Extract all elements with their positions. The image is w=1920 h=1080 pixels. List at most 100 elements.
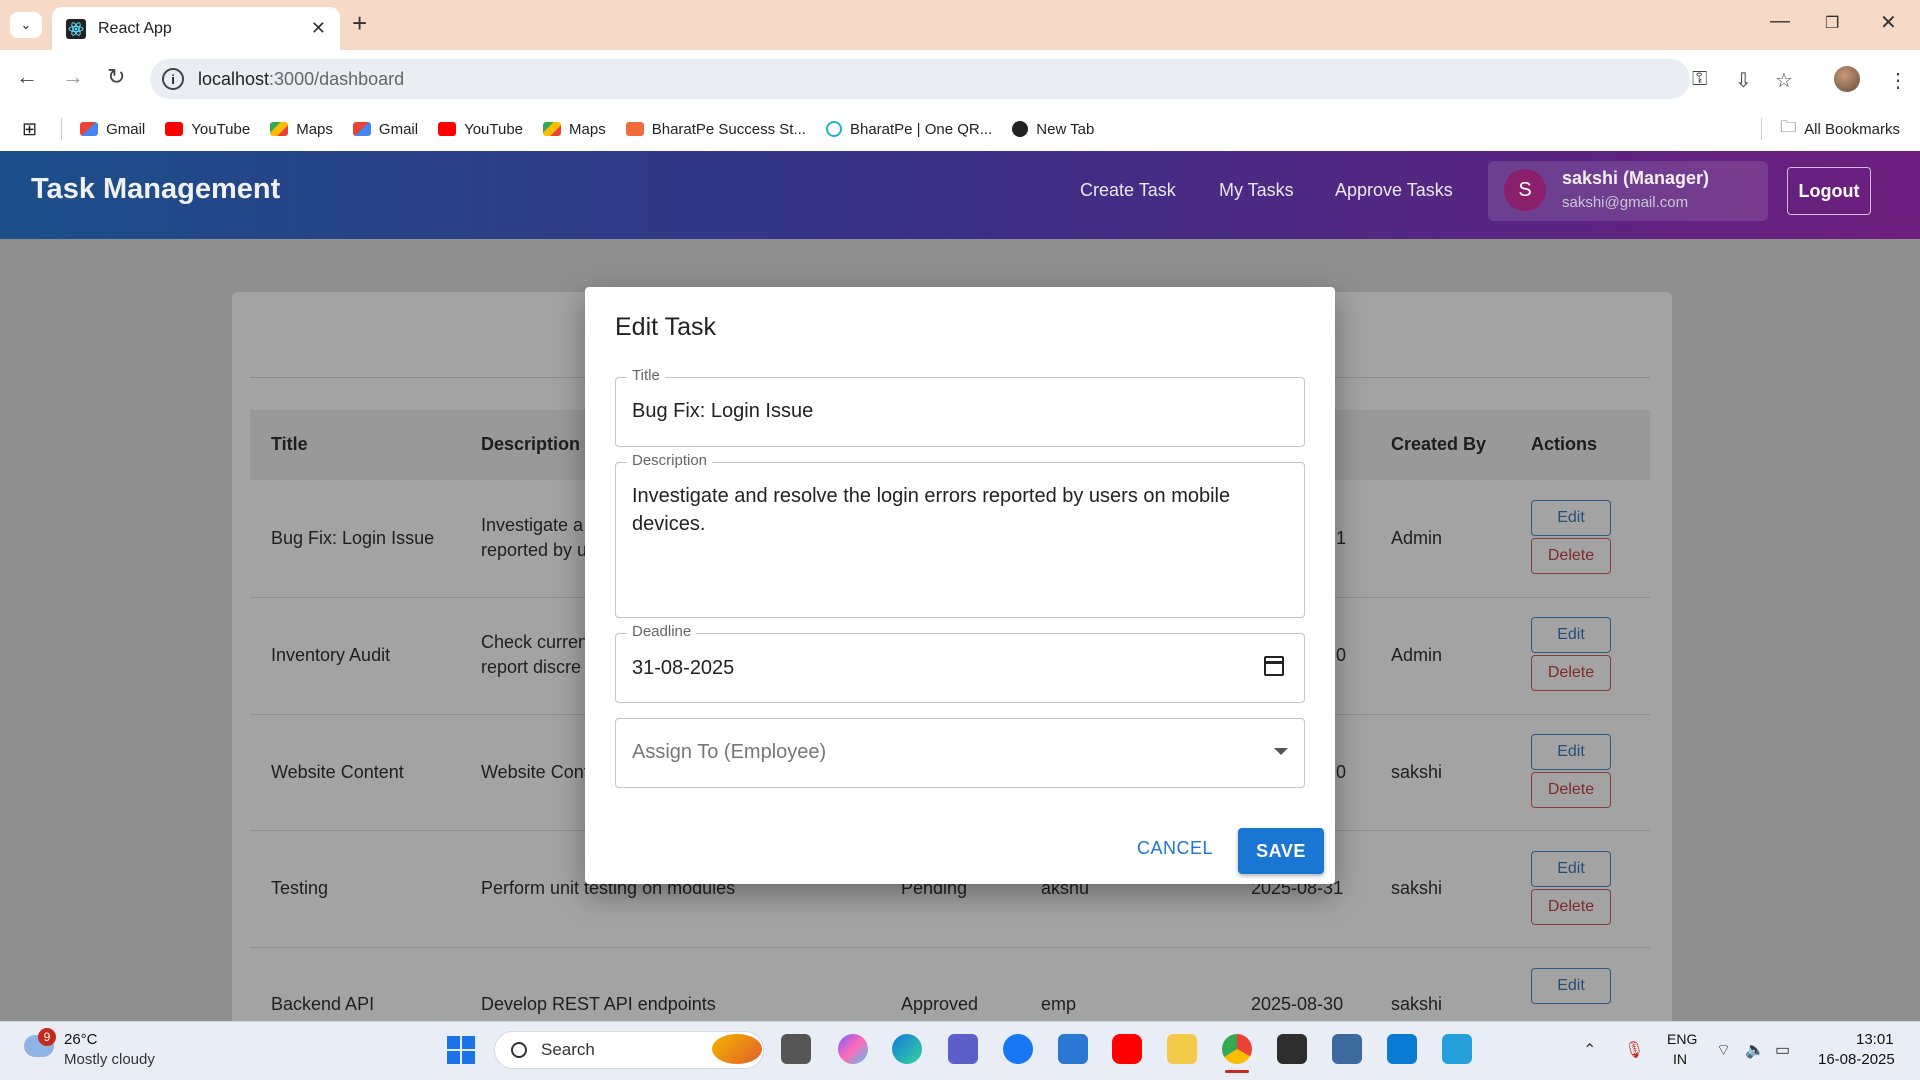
description-input-value[interactable]: Investigate and resolve the login errors… [632, 485, 1230, 508]
cell-created-by: Admin [1391, 645, 1443, 665]
cell-deadline: 1 [1336, 528, 1347, 548]
cell-created-by: sakshi [1391, 878, 1443, 898]
folder-icon: 🗀 [1780, 118, 1797, 136]
delete-button[interactable]: Delete [1531, 538, 1611, 574]
delete-button[interactable]: Delete [1531, 655, 1611, 691]
all-bookmarks[interactable]: 🗀 All Bookmarks [1761, 116, 1900, 143]
bookmark-label: Gmail [378, 120, 419, 138]
chevron-up-icon[interactable]: ⌃ [1583, 1040, 1596, 1060]
clock-time[interactable]: 13:01 [1856, 1031, 1894, 1048]
close-tab-icon[interactable]: ✕ [311, 18, 326, 39]
description-label: Description [627, 452, 713, 469]
store-icon[interactable] [1058, 1034, 1088, 1064]
battery-icon[interactable]: ▭ [1775, 1040, 1790, 1060]
minimize-icon[interactable]: — [1770, 10, 1790, 33]
deadline-input-value[interactable]: 31-08-2025 [632, 657, 734, 680]
edit-button[interactable]: Edit [1531, 968, 1611, 1004]
copilot-icon[interactable] [838, 1034, 868, 1064]
bookmark-bharatpe-success[interactable]: BharatPe Success St... [625, 120, 806, 138]
lang-in[interactable]: IN [1673, 1051, 1687, 1067]
chevron-down-icon: ⌄ [20, 17, 32, 32]
file-explorer-icon[interactable] [1167, 1034, 1197, 1064]
close-window-icon[interactable]: ✕ [1880, 10, 1897, 35]
description-input-value[interactable]: devices. [632, 513, 705, 536]
dialog-title: Edit Task [615, 313, 716, 341]
volume-icon[interactable]: 🔈 [1745, 1040, 1765, 1060]
gmail-icon [352, 122, 371, 136]
edge-icon[interactable] [892, 1034, 922, 1064]
youtube-app-icon[interactable] [1112, 1034, 1142, 1064]
cell-title: Website Content [271, 762, 404, 782]
microphone-icon[interactable]: 🎙 [1624, 1040, 1644, 1060]
facebook-icon[interactable] [1003, 1034, 1033, 1064]
teams-icon[interactable] [948, 1034, 978, 1064]
bookmark-gmail-2[interactable]: Gmail [352, 120, 419, 138]
chrome-icon[interactable] [1222, 1034, 1252, 1064]
clock-date[interactable]: 16-08-2025 [1818, 1051, 1895, 1068]
reload-icon[interactable]: ↻ [107, 64, 125, 90]
tab-search-button[interactable]: ⌄ [10, 12, 42, 38]
title-input-value[interactable]: Bug Fix: Login Issue [632, 400, 813, 423]
nav-approve-tasks[interactable]: Approve Tasks [1335, 180, 1453, 201]
dropdown-arrow-icon[interactable] [1274, 748, 1288, 755]
maps-icon [270, 122, 289, 136]
wifi-icon[interactable]: ⌔ [1716, 1040, 1731, 1060]
site-info-icon[interactable]: i [162, 68, 184, 90]
apps-grid-icon[interactable]: ⊞ [22, 119, 37, 140]
delete-button[interactable]: Delete [1531, 772, 1611, 808]
bookmark-maps[interactable]: Maps [270, 121, 333, 138]
cell-description: Check curren [481, 632, 589, 652]
edit-button[interactable]: Edit [1531, 617, 1611, 653]
edit-button[interactable]: Edit [1531, 734, 1611, 770]
search-label: Search [541, 1040, 595, 1059]
app-brand[interactable]: Task Management [31, 173, 280, 206]
bookmark-youtube-2[interactable]: YouTube [438, 121, 523, 138]
new-tab-button[interactable]: + [352, 8, 367, 39]
browser-tab[interactable]: React App ✕ [52, 7, 340, 50]
logout-button[interactable]: Logout [1787, 167, 1871, 215]
deadline-label: Deadline [627, 623, 697, 640]
windows-start-icon[interactable] [447, 1036, 475, 1064]
lang-eng[interactable]: ENG [1667, 1031, 1697, 1047]
cell-assignee: emp [1041, 994, 1077, 1014]
notepad-icon[interactable] [1442, 1034, 1472, 1064]
forward-icon[interactable]: → [62, 64, 84, 90]
menu-kebab-icon[interactable]: ⋮ [1888, 68, 1908, 93]
bookmark-bharatpe-qr[interactable]: BharatPe | One QR... [825, 121, 992, 138]
bookmark-new-tab[interactable]: New Tab [1012, 121, 1094, 138]
bookmark-star-icon[interactable]: ☆ [1775, 68, 1793, 93]
header-created-by: Created By [1391, 434, 1487, 454]
password-key-icon[interactable]: ⚿ [1692, 68, 1707, 91]
nav-my-tasks[interactable]: My Tasks [1219, 180, 1294, 201]
cell-description: Develop REST API endpoints [481, 994, 716, 1014]
terminal-icon[interactable] [1277, 1034, 1307, 1064]
cell-title: Inventory Audit [271, 645, 391, 665]
bookmark-youtube[interactable]: YouTube [165, 121, 250, 138]
address-bar[interactable]: i localhost:3000/dashboard [150, 59, 1690, 99]
weather-condition[interactable]: Mostly cloudy [64, 1051, 155, 1068]
bookmark-label: BharatPe Success St... [651, 120, 806, 138]
bookmark-gmail[interactable]: Gmail [80, 121, 145, 138]
delete-button[interactable]: Delete [1531, 889, 1611, 925]
install-app-icon[interactable]: ⇩ [1735, 68, 1752, 93]
bookmarks-bar: ⊞ Gmail YouTube Maps Gmail YouTube Maps … [0, 107, 1920, 151]
user-avatar: S [1504, 169, 1546, 211]
header-title: Title [271, 434, 308, 454]
edit-button[interactable]: Edit [1531, 500, 1611, 536]
cancel-button[interactable]: CANCEL [1137, 838, 1213, 859]
back-icon[interactable]: ← [16, 64, 38, 90]
save-button[interactable]: SAVE [1238, 828, 1324, 874]
edit-button[interactable]: Edit [1531, 851, 1611, 887]
vscode-icon[interactable] [1387, 1034, 1417, 1064]
bookmark-maps-2[interactable]: Maps [543, 121, 606, 138]
calendar-icon[interactable] [1264, 656, 1284, 676]
weather-temp[interactable]: 26°C [64, 1031, 98, 1048]
profile-avatar[interactable] [1834, 66, 1860, 92]
task-view-icon[interactable] [781, 1034, 811, 1064]
app-icon[interactable] [1332, 1034, 1362, 1064]
header-description: Description [481, 434, 581, 454]
restore-icon[interactable]: ❐ [1825, 13, 1839, 33]
nav-create-task[interactable]: Create Task [1080, 180, 1176, 201]
globe-icon [1012, 121, 1029, 137]
active-indicator [1225, 1070, 1249, 1073]
